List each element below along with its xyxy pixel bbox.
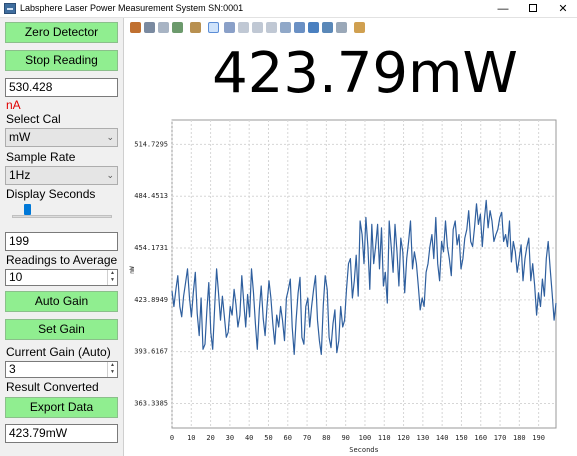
select-cal-value: mW — [9, 130, 31, 144]
result-converted-label: Result Converted — [6, 380, 99, 394]
y-tick-label: 514.7295 — [134, 140, 168, 148]
chart-toolbar — [128, 20, 568, 38]
y-tick-label: 454.1731 — [134, 244, 168, 252]
x-tick-label: 50 — [264, 434, 272, 442]
y-tick-label: 393.6167 — [134, 348, 168, 356]
stop-reading-button[interactable]: Stop Reading — [5, 50, 118, 71]
power-reading-display: 423.79mW — [212, 41, 518, 106]
x-tick-label: 60 — [284, 434, 292, 442]
slider-thumb[interactable] — [24, 204, 31, 215]
power-chart[interactable]: 0 10 20 30 40 50 60 70 80 90 100 110 120 130 140 150 160… — [124, 110, 577, 456]
chart-icon[interactable] — [308, 22, 319, 33]
zero-detector-button[interactable]: Zero Detector — [5, 22, 118, 43]
x-tick-label: 110 — [378, 434, 391, 442]
close-button[interactable]: ✕ — [549, 0, 577, 18]
x-tick-label: 140 — [436, 434, 449, 442]
x-tick-label: 170 — [494, 434, 507, 442]
undo-icon[interactable] — [252, 22, 263, 33]
control-panel: Zero Detector Stop Reading 530.428 nA Se… — [0, 18, 124, 456]
redo-icon[interactable] — [266, 22, 277, 33]
x-tick-label: 30 — [226, 434, 234, 442]
select-cal-label: Select Cal — [6, 112, 61, 126]
sample-rate-dropdown[interactable]: 1Hz ⌄ — [5, 166, 118, 185]
x-tick-label: 10 — [187, 434, 195, 442]
x-tick-label: 160 — [474, 434, 487, 442]
x-tick-label: 180 — [513, 434, 526, 442]
chevron-down-icon: ⌄ — [106, 170, 114, 180]
zoom-in-icon[interactable] — [224, 22, 235, 33]
export-data-button[interactable]: Export Data — [5, 397, 118, 418]
x-tick-label: 70 — [303, 434, 311, 442]
y-axis-label: mW — [129, 266, 136, 274]
maximize-icon — [529, 4, 537, 13]
properties-icon[interactable] — [190, 22, 201, 33]
x-axis-label: Seconds — [349, 446, 379, 454]
copy-icon[interactable] — [158, 22, 169, 33]
zoom-out-icon[interactable] — [280, 22, 291, 33]
sample-rate-label: Sample Rate — [6, 150, 76, 164]
x-tick-label: 80 — [322, 434, 330, 442]
autoscale-icon[interactable] — [294, 22, 305, 33]
up-arrow-icon[interactable]: ▲ — [108, 270, 117, 277]
x-tick-label: 120 — [397, 434, 410, 442]
set-gain-button[interactable]: Set Gain — [5, 319, 118, 340]
readings-to-average-value: 10 — [9, 270, 23, 284]
window-title: Labsphere Laser Power Measurement System… — [20, 3, 244, 13]
display-seconds-field[interactable]: 199 — [5, 232, 118, 251]
select-cal-dropdown[interactable]: mW ⌄ — [5, 128, 118, 147]
save-icon[interactable] — [144, 22, 155, 33]
down-arrow-icon[interactable]: ▼ — [108, 369, 117, 376]
pan-icon[interactable] — [238, 22, 249, 33]
display-seconds-label: Display Seconds — [6, 187, 96, 201]
image-icon[interactable] — [172, 22, 183, 33]
x-tick-label: 150 — [455, 434, 468, 442]
pointer-icon[interactable] — [208, 22, 219, 33]
app-icon — [4, 3, 16, 14]
chevron-down-icon: ⌄ — [106, 132, 114, 142]
x-tick-label: 0 — [170, 434, 174, 442]
chart-canvas: 0 10 20 30 40 50 60 70 80 90 100 110 120 130 140 150 160… — [129, 119, 557, 454]
up-arrow-icon[interactable]: ▲ — [108, 362, 117, 369]
down-arrow-icon[interactable]: ▼ — [108, 277, 117, 284]
y-tick-label: 423.8949 — [134, 296, 168, 304]
title-bar: Labsphere Laser Power Measurement System… — [0, 0, 577, 18]
magnify-icon[interactable] — [336, 22, 347, 33]
x-tick-label: 90 — [341, 434, 349, 442]
current-gain-label: Current Gain (Auto) — [6, 345, 111, 359]
y-tick-label: 363.3385 — [134, 399, 168, 407]
x-tick-label: 190 — [532, 434, 545, 442]
table-icon[interactable] — [322, 22, 333, 33]
marker-icon[interactable] — [354, 22, 365, 33]
print-icon[interactable] — [130, 22, 141, 33]
display-seconds-slider[interactable] — [12, 215, 112, 218]
stepper-arrows[interactable]: ▲ ▼ — [107, 270, 117, 285]
raw-unit-label: nA — [6, 98, 21, 112]
x-tick-label: 40 — [245, 434, 253, 442]
readings-to-average-label: Readings to Average — [6, 253, 118, 267]
x-tick-label: 100 — [359, 434, 372, 442]
x-tick-label: 130 — [417, 434, 430, 442]
x-tick-label: 20 — [206, 434, 214, 442]
current-gain-value: 3 — [9, 362, 16, 376]
current-gain-stepper[interactable]: 3 ▲ ▼ — [5, 361, 118, 378]
sample-rate-value: 1Hz — [9, 168, 31, 182]
minimize-button[interactable]: — — [489, 0, 517, 18]
maximize-button[interactable] — [519, 0, 547, 18]
result-value-field[interactable]: 423.79mW — [5, 424, 118, 443]
stepper-arrows[interactable]: ▲ ▼ — [107, 362, 117, 377]
raw-current-field[interactable]: 530.428 — [5, 78, 118, 97]
y-tick-label: 484.4513 — [134, 192, 168, 200]
readings-to-average-stepper[interactable]: 10 ▲ ▼ — [5, 269, 118, 286]
auto-gain-button[interactable]: Auto Gain — [5, 291, 118, 312]
